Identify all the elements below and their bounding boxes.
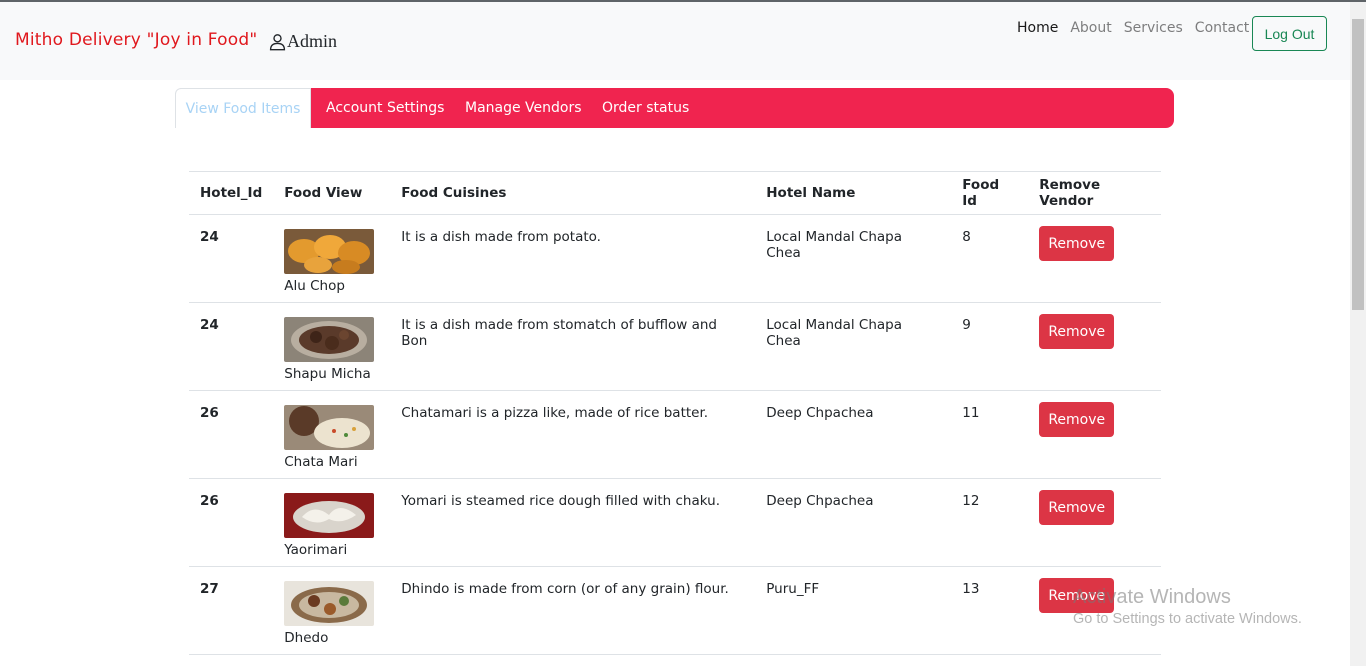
hotel-name-cell: Deep Chpachea (755, 478, 952, 567)
watermark-subtitle: Go to Settings to activate Windows. (1073, 611, 1302, 627)
food-image (284, 405, 375, 450)
tab-order-status[interactable]: Order status (602, 88, 689, 128)
nav-contact-link[interactable]: Contact (1189, 18, 1255, 38)
hotel-id-cell: 24 (189, 214, 274, 303)
food-view-cell: Shapu Micha (273, 302, 391, 391)
nav-home-link[interactable]: Home (1011, 18, 1064, 38)
remove-button[interactable]: Remove (1039, 226, 1115, 261)
food-image (284, 493, 375, 538)
header-food-cuisines: Food Cuisines (390, 171, 756, 215)
food-image (284, 229, 375, 274)
tab-view-food-items[interactable]: View Food Items (175, 88, 311, 128)
food-name: Chata Mari (284, 454, 358, 470)
food-id-cell: 13 (951, 566, 1029, 655)
table-row: 26 Chata Mari Chatamari is a pizza like,… (189, 390, 1161, 479)
nav-links: Home About Services Contact (1011, 18, 1255, 38)
tab-bar: View Food Items Account Settings Manage … (175, 88, 1174, 128)
food-id-cell: 11 (951, 390, 1029, 479)
food-id-cell: 8 (951, 214, 1029, 303)
nav-about-link[interactable]: About (1064, 18, 1117, 38)
action-cell: Remove (1028, 390, 1161, 479)
hotel-id-cell: 26 (189, 478, 274, 567)
food-items-table: Hotel_Id Food View Food Cuisines Hotel N… (189, 171, 1161, 655)
brand-logo[interactable]: Mitho Delivery "Joy in Food" (15, 30, 257, 50)
header-hotel-id: Hotel_Id (189, 171, 274, 215)
cuisine-cell: Dhindo is made from corn (or of any grai… (390, 566, 756, 655)
hotel-name-cell: Local Mandal Chapa Chea (755, 214, 952, 303)
food-name: Alu Chop (284, 278, 345, 294)
table-header-row: Hotel_Id Food View Food Cuisines Hotel N… (189, 171, 1161, 215)
food-name: Dhedo (284, 630, 329, 646)
header-food-view: Food View (273, 171, 391, 215)
tab-account-settings[interactable]: Account Settings (326, 88, 444, 128)
food-view-cell: Yaorimari (273, 478, 391, 567)
food-name: Yaorimari (284, 542, 348, 558)
hotel-name-cell: Local Mandal Chapa Chea (755, 302, 952, 391)
action-cell: Remove (1028, 214, 1161, 303)
food-id-cell: 9 (951, 302, 1029, 391)
user-icon (269, 33, 286, 50)
hotel-name-cell: Deep Chpachea (755, 390, 952, 479)
cuisine-cell: Chatamari is a pizza like, made of rice … (390, 390, 756, 479)
food-name: Shapu Micha (284, 366, 371, 382)
hotel-id-cell: 27 (189, 566, 274, 655)
hotel-name-cell: Puru_FF (755, 566, 952, 655)
logout-button[interactable]: Log Out (1252, 16, 1327, 51)
watermark-title: Activate Windows (1073, 586, 1231, 608)
activate-windows-watermark: Activate Windows Go to Settings to activ… (1073, 586, 1302, 627)
remove-button[interactable]: Remove (1039, 402, 1115, 437)
header-hotel-name: Hotel Name (755, 171, 952, 215)
scrollbar-thumb[interactable] (1352, 19, 1364, 310)
food-image (284, 581, 375, 626)
tab-manage-vendors[interactable]: Manage Vendors (465, 88, 582, 128)
hotel-id-cell: 24 (189, 302, 274, 391)
table-row: 24 Shapu Micha It is a dish made from st… (189, 302, 1161, 391)
food-view-cell: Dhedo (273, 566, 391, 655)
vertical-scrollbar[interactable] (1350, 2, 1366, 666)
header-remove-vendor: Remove Vendor (1028, 171, 1161, 215)
cuisine-cell: It is a dish made from potato. (390, 214, 756, 303)
food-view-cell: Chata Mari (273, 390, 391, 479)
cuisine-cell: Yomari is steamed rice dough filled with… (390, 478, 756, 567)
hotel-id-cell: 26 (189, 390, 274, 479)
navbar: Mitho Delivery "Joy in Food" Admin Home … (0, 2, 1350, 80)
remove-button[interactable]: Remove (1039, 314, 1115, 349)
action-cell: Remove (1028, 478, 1161, 567)
action-cell: Remove (1028, 302, 1161, 391)
food-id-cell: 12 (951, 478, 1029, 567)
nav-services-link[interactable]: Services (1118, 18, 1189, 38)
table-row: 26 Yaorimari Yomari is steamed rice doug… (189, 478, 1161, 567)
cuisine-cell: It is a dish made from stomatch of buffl… (390, 302, 756, 391)
table-row: 27 Dhedo Dhindo is made from corn (or of… (189, 566, 1161, 655)
header-food-id: Food Id (951, 171, 1029, 215)
admin-label: Admin (269, 31, 337, 52)
food-image (284, 317, 375, 362)
table-row: 24 Alu Chop It is a dish made from potat… (189, 214, 1161, 303)
food-view-cell: Alu Chop (273, 214, 391, 303)
admin-text: Admin (287, 31, 338, 51)
remove-button[interactable]: Remove (1039, 490, 1115, 525)
